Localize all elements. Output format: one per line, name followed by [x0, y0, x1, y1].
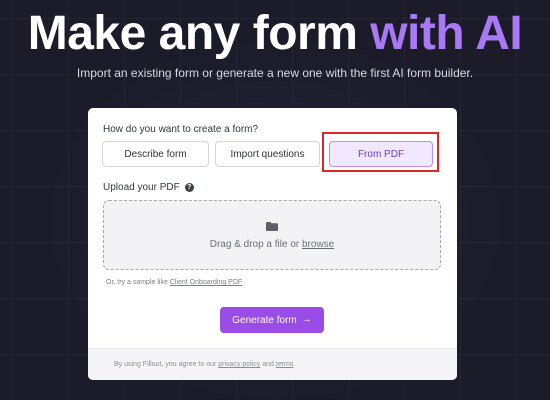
- pdf-dropzone[interactable]: Drag & drop a file or browse: [103, 200, 441, 270]
- dropzone-text: Drag & drop a file or browse: [104, 239, 440, 250]
- option-import-questions[interactable]: Import questions: [215, 141, 320, 167]
- card-footer: By using Fillout, you agree to our priva…: [88, 348, 457, 380]
- hero-subtitle: Import an existing form or generate a ne…: [76, 66, 474, 80]
- arrow-right-icon: →: [301, 314, 312, 325]
- create-form-card: How do you want to create a form? Descri…: [88, 108, 457, 380]
- upload-pdf-label-text: Upload your PDF: [103, 182, 180, 193]
- hero-title: Make any form with AI: [0, 6, 550, 62]
- legal-end: .: [293, 361, 296, 368]
- create-method-question: How do you want to create a form?: [103, 124, 259, 135]
- folder-icon: [266, 222, 278, 231]
- hero-title-main: Make any form: [27, 7, 371, 60]
- legal-and: and: [260, 361, 276, 368]
- legal-prefix: By using Fillout, you agree to our: [114, 361, 219, 368]
- generate-form-button[interactable]: Generate form →: [220, 307, 324, 333]
- sample-pdf-link[interactable]: Client Onboarding PDF: [170, 279, 242, 286]
- drop-instructions: Drag & drop a file or: [209, 239, 302, 250]
- legal-notice: By using Fillout, you agree to our priva…: [114, 361, 295, 368]
- sample-hint-text: Or, try a sample like: [106, 279, 170, 286]
- sample-hint: Or, try a sample like Client Onboarding …: [106, 279, 242, 286]
- option-from-pdf[interactable]: From PDF: [329, 141, 433, 167]
- hero-title-accent: with AI: [370, 7, 523, 60]
- browse-link[interactable]: browse: [302, 239, 334, 250]
- upload-pdf-label: Upload your PDF ?: [103, 182, 194, 193]
- generate-form-label: Generate form: [232, 314, 297, 326]
- option-describe-form[interactable]: Describe form: [102, 141, 209, 167]
- terms-link[interactable]: terms: [276, 361, 294, 368]
- privacy-policy-link[interactable]: privacy policy: [218, 361, 260, 368]
- help-icon[interactable]: ?: [184, 183, 194, 192]
